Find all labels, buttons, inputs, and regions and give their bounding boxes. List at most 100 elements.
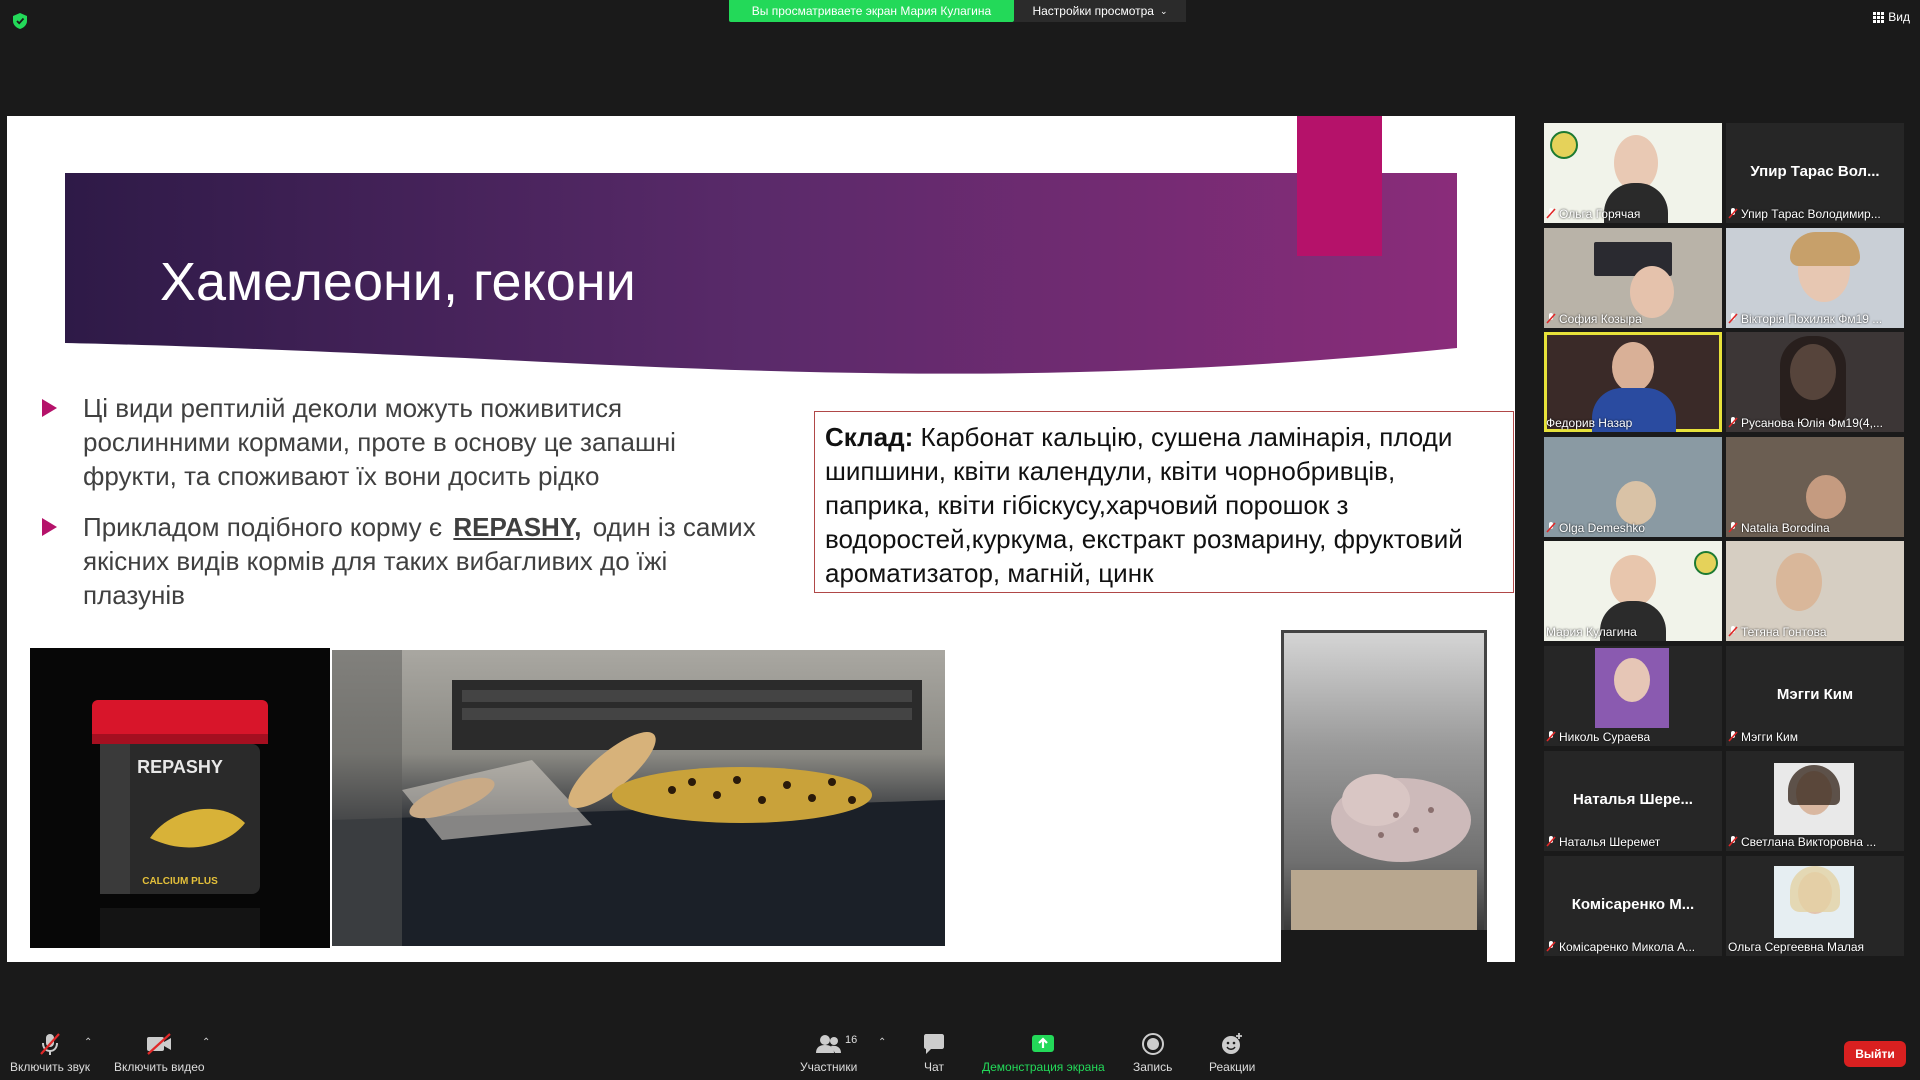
unmute-button[interactable]: Включить звук xyxy=(10,1032,90,1074)
participant-tile[interactable]: Natalia Borodina xyxy=(1726,437,1904,537)
avatar xyxy=(1616,481,1656,525)
participant-name: Мэгги Ким xyxy=(1741,730,1798,744)
tank-image xyxy=(1281,630,1487,962)
audio-options-caret-icon[interactable]: ⌃ xyxy=(84,1037,92,1048)
start-video-button[interactable]: Включить видео xyxy=(114,1032,205,1074)
record-button[interactable]: Запись xyxy=(1133,1032,1172,1074)
participant-name: Наталья Шеремет xyxy=(1559,835,1661,849)
repashy-jar-photo: REPASHY CALCIUM PLUS xyxy=(30,648,330,948)
slide-title: Хамелеони, гекони xyxy=(160,252,636,312)
participant-label: Вікторія Похиляк Фм19 ... xyxy=(1728,312,1882,326)
composition-box: Склад: Карбонат кальцію, сушена ламінарі… xyxy=(814,411,1514,593)
chat-button[interactable]: Чат xyxy=(922,1032,946,1074)
participant-name: Natalia Borodina xyxy=(1741,521,1830,535)
participant-tile[interactable]: Мэгги Ким Мэгги Ким xyxy=(1726,646,1904,746)
video-options-caret-icon[interactable]: ⌃ xyxy=(202,1037,210,1048)
bullet-marker-icon xyxy=(42,399,57,417)
record-label: Запись xyxy=(1133,1060,1173,1074)
participant-name: Olga Demeshko xyxy=(1559,521,1646,535)
participant-tile[interactable]: Наталья Шере... Наталья Шеремет xyxy=(1544,751,1722,851)
reactions-label: Реакции xyxy=(1209,1060,1256,1074)
share-screen-label: Демонстрация экрана xyxy=(982,1060,1105,1074)
participant-tile[interactable]: Русанова Юлія Фм19(4,... xyxy=(1726,332,1904,432)
bullet-text-pre: Прикладом подібного корму є xyxy=(83,512,443,542)
leave-button[interactable]: Выйти xyxy=(1844,1041,1906,1067)
unmute-label: Включить звук xyxy=(10,1060,91,1074)
view-options-label: Настройки просмотра xyxy=(1032,4,1154,18)
grid-icon xyxy=(1873,11,1885,23)
participant-name: Комісаренко Микола А... xyxy=(1559,940,1696,954)
participant-tile-active[interactable]: Федорив Назар xyxy=(1544,332,1722,432)
participant-big-name: Наталья Шере... xyxy=(1573,791,1693,808)
view-button[interactable]: Вид xyxy=(1873,10,1910,24)
participant-big-name: Упир Тарас Вол... xyxy=(1750,163,1880,180)
participant-big-name: Комісаренко М... xyxy=(1571,896,1695,913)
bullet-marker-icon xyxy=(42,518,57,536)
participant-label: Упир Тарас Володимир... xyxy=(1728,207,1881,221)
participant-tile[interactable]: Ольга Сергеевна Малая xyxy=(1726,856,1904,956)
hair xyxy=(1780,336,1846,422)
chat-label: Чат xyxy=(924,1060,944,1074)
video-off-icon xyxy=(147,1033,172,1055)
jar-sub-text: CALCIUM PLUS xyxy=(142,876,218,887)
avatar xyxy=(1630,266,1674,318)
participant-name: Ольга Сергеевна Малая xyxy=(1728,940,1865,954)
participant-name: Николь Сураева xyxy=(1559,730,1651,744)
participant-tile[interactable]: Olga Demeshko xyxy=(1544,437,1722,537)
chat-icon xyxy=(924,1034,944,1054)
participant-label: Мэгги Ким xyxy=(1728,730,1798,744)
participant-big-name: Мэгги Ким xyxy=(1776,686,1854,703)
participant-tile[interactable]: София Козыра xyxy=(1544,228,1722,328)
bullet-item: Прикладом подібного корму є REPASHY, оди… xyxy=(42,510,762,612)
participant-name: Ольга Горячая xyxy=(1559,207,1641,221)
record-icon xyxy=(1141,1033,1164,1055)
participant-tile[interactable]: Светлана Викторовна ... xyxy=(1726,751,1904,851)
mic-off-icon xyxy=(1728,626,1738,637)
participant-name: Светлана Викторовна ... xyxy=(1741,835,1877,849)
participants-label: Участники xyxy=(800,1060,858,1074)
brand-link[interactable]: REPASHY, xyxy=(449,512,585,542)
avatar xyxy=(1610,555,1656,607)
participant-tile[interactable]: Мария Кулагина xyxy=(1544,541,1722,641)
participant-label: Наталья Шеремет xyxy=(1546,835,1660,849)
start-video-label: Включить видео xyxy=(114,1060,205,1074)
logo-icon xyxy=(1694,551,1718,575)
view-options-menu[interactable]: Настройки просмотра ⌄ xyxy=(1014,0,1186,22)
reactions-button[interactable]: Реакции xyxy=(1209,1032,1255,1074)
share-screen-icon xyxy=(1032,1035,1055,1052)
avatar xyxy=(1776,553,1822,611)
mic-off-icon xyxy=(1546,836,1556,847)
chevron-down-icon: ⌄ xyxy=(1159,5,1168,16)
participant-label: Ольга Сергеевна Малая xyxy=(1728,940,1864,954)
participants-options-caret-icon[interactable]: ⌃ xyxy=(878,1037,886,1048)
participant-tile[interactable]: Николь Сураева xyxy=(1544,646,1722,746)
participant-name: Упир Тарас Володимир... xyxy=(1741,207,1881,221)
shield-icon[interactable] xyxy=(13,13,27,29)
composition-text: Карбонат кальцію, сушена ламінарія, плод… xyxy=(825,422,1463,588)
accent-rectangle xyxy=(1297,116,1382,256)
bullet-item: Ці види рептилій деколи можуть поживитис… xyxy=(42,391,762,493)
participant-name: София Козыра xyxy=(1559,312,1642,326)
reactions-icon xyxy=(1222,1033,1243,1054)
geckos-photo xyxy=(332,650,945,946)
participant-label: Николь Сураева xyxy=(1546,730,1650,744)
participant-tile[interactable]: Тетяна Гонтова xyxy=(1726,541,1904,641)
mic-off-icon xyxy=(1728,208,1738,219)
participant-label: Комісаренко Микола А... xyxy=(1546,940,1695,954)
participant-tile[interactable]: Комісаренко М... Комісаренко Микола А... xyxy=(1544,856,1722,956)
participant-tile[interactable]: Вікторія Похиляк Фм19 ... xyxy=(1726,228,1904,328)
participant-label: София Козыра xyxy=(1546,312,1642,326)
mic-off-icon xyxy=(1728,731,1738,742)
mic-off-icon xyxy=(1728,522,1738,533)
participant-label: Olga Demeshko xyxy=(1546,521,1645,535)
participant-label: Федорив Назар xyxy=(1546,416,1632,430)
avatar xyxy=(1806,475,1846,519)
participant-name: Мария Кулагина xyxy=(1546,625,1637,639)
composition-label: Склад: xyxy=(825,422,914,452)
mic-off-icon xyxy=(1728,313,1738,324)
hair xyxy=(1790,232,1860,266)
share-screen-button[interactable]: Демонстрация экрана xyxy=(982,1032,1105,1074)
geckos-image xyxy=(332,650,945,946)
participant-tile[interactable]: Упир Тарас Вол... Упир Тарас Володимир..… xyxy=(1726,123,1904,223)
participant-tile[interactable]: Ольга Горячая xyxy=(1544,123,1722,223)
